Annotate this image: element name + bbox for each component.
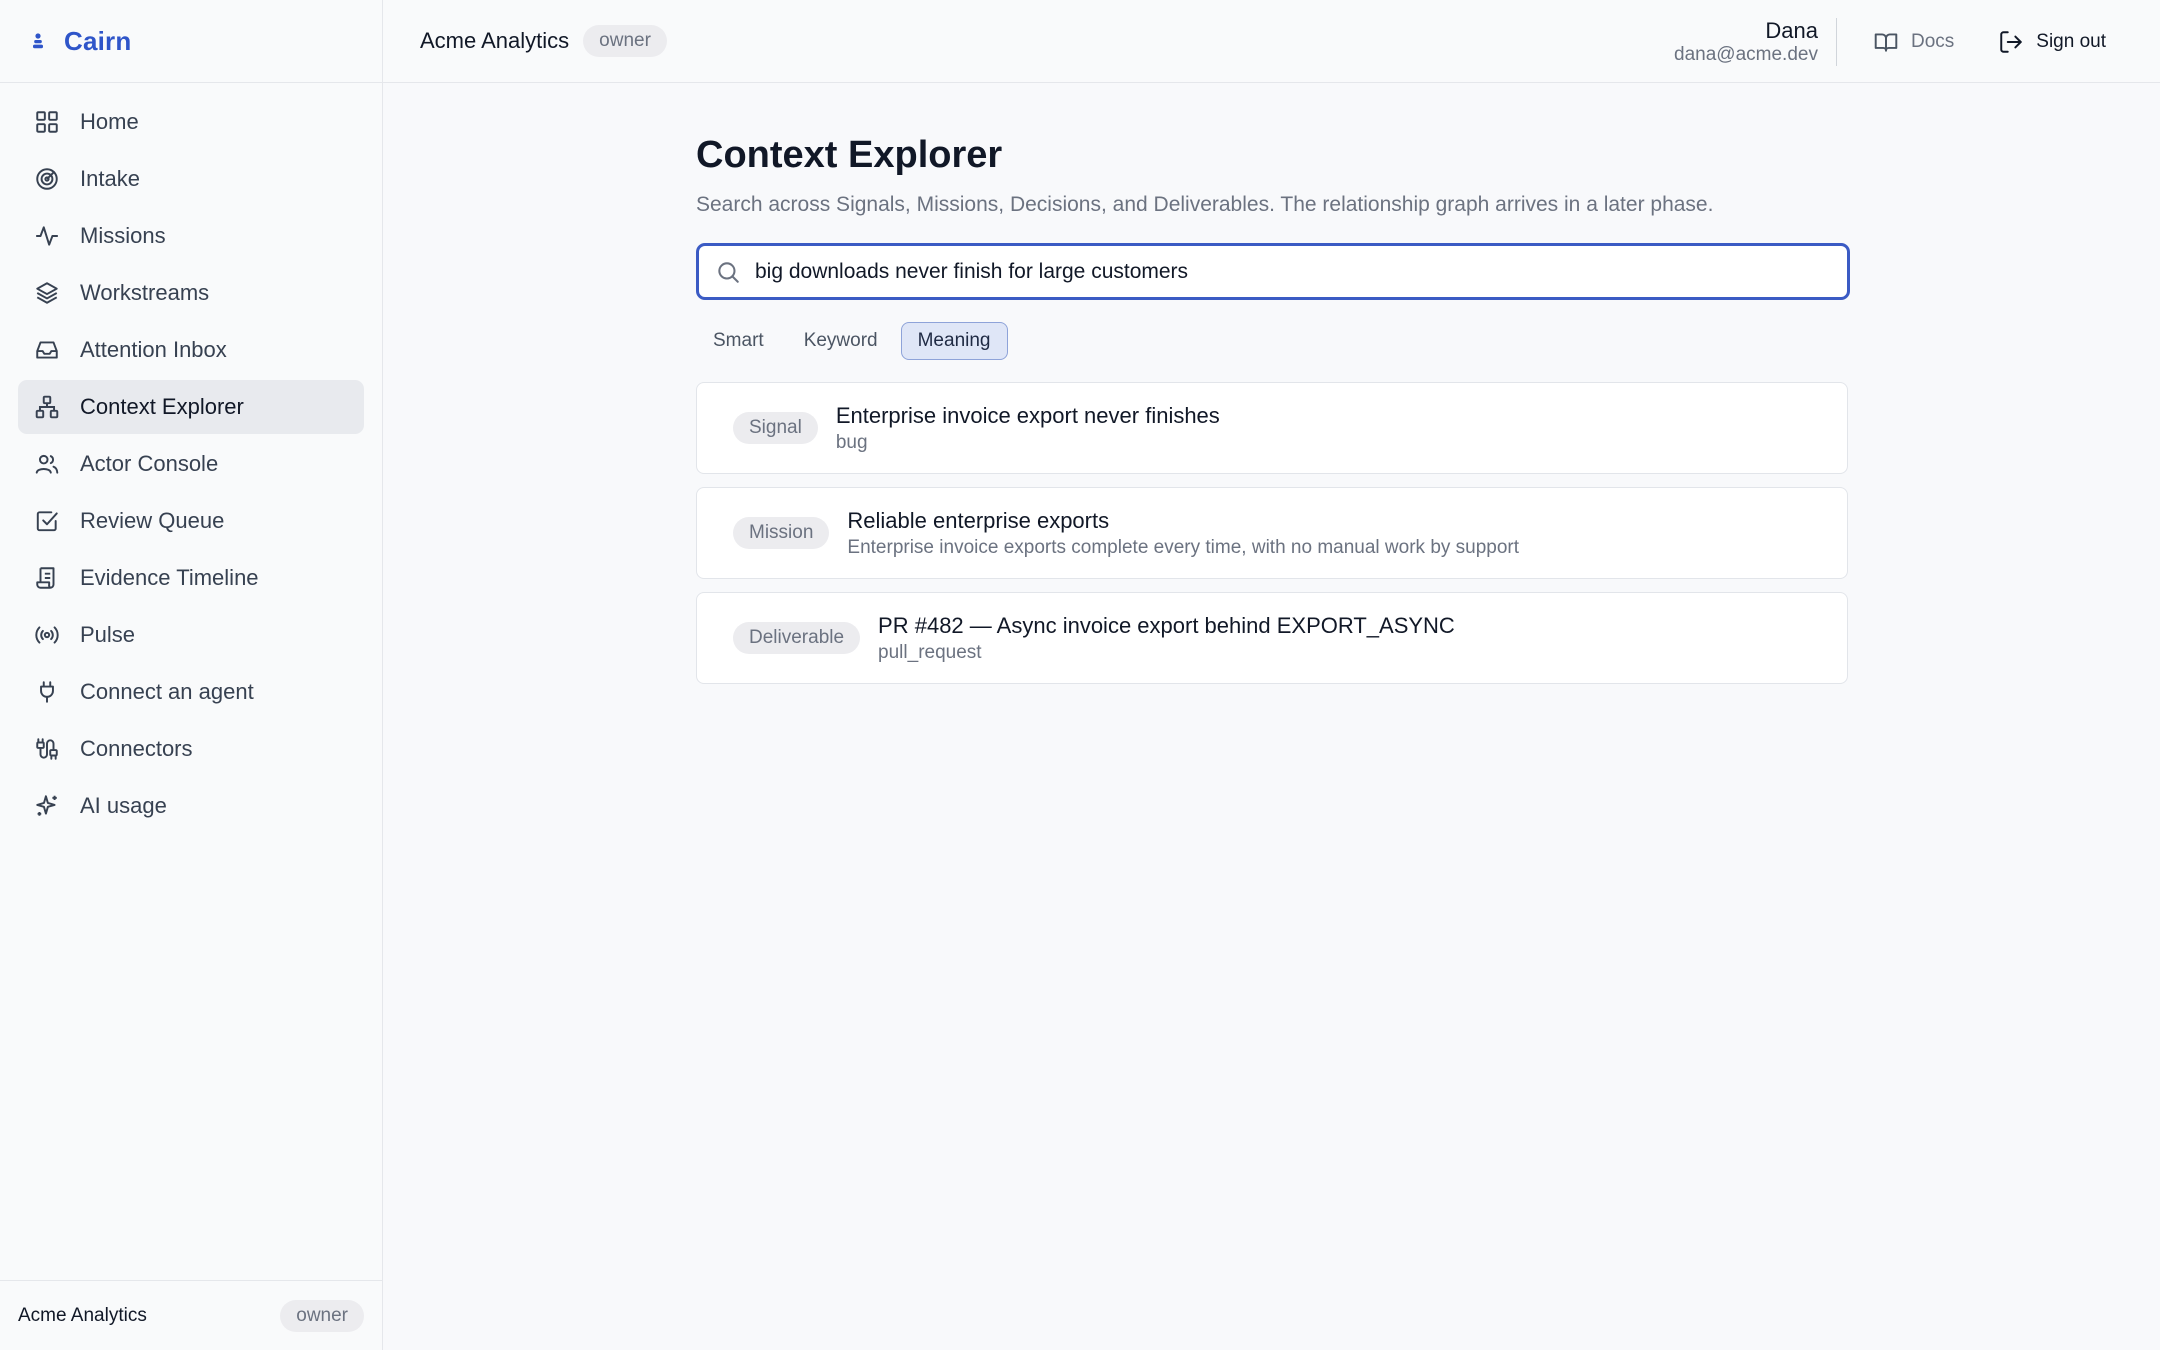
result-kind-badge: Deliverable: [733, 622, 861, 654]
sidebar-item-ai-usage[interactable]: AI usage: [18, 779, 364, 833]
sidebar-item-missions[interactable]: Missions: [18, 209, 364, 263]
result-title: Enterprise invoice export never finishes: [835, 402, 1220, 428]
sidebar-item-label: Intake: [80, 166, 140, 191]
sign-out-button[interactable]: Sign out: [1998, 29, 2106, 55]
mode-keyword[interactable]: Keyword: [787, 322, 895, 360]
sidebar-item-connectors[interactable]: Connectors: [18, 722, 364, 776]
results-list: Signal Enterprise invoice export never f…: [696, 382, 1850, 684]
search-mode-tabs: Smart Keyword Meaning: [696, 322, 1850, 360]
sidebar-item-pulse[interactable]: Pulse: [18, 608, 364, 662]
result-title: Reliable enterprise exports: [847, 507, 1110, 533]
result-meta: bug: [835, 431, 868, 453]
scroll-icon: [36, 567, 55, 589]
result-meta: Enterprise invoice exports complete ever…: [847, 536, 1520, 558]
mode-meaning[interactable]: Meaning: [900, 322, 1008, 360]
sidebar-item-label: Pulse: [80, 622, 136, 647]
inbox-icon: [36, 341, 58, 359]
result-kind-badge: Signal: [733, 412, 818, 444]
user-email: dana@acme.dev: [1674, 43, 1818, 65]
sparkles-icon: [36, 795, 57, 816]
cable-icon: [36, 738, 58, 760]
result-text: Reliable enterprise exports Enterprise i…: [847, 507, 1519, 560]
search-input[interactable]: [755, 259, 1805, 284]
brand[interactable]: Cairn: [0, 0, 382, 83]
result-item[interactable]: Mission Reliable enterprise exports Ente…: [696, 487, 1848, 579]
result-meta: pull_request: [878, 641, 982, 663]
sidebar-item-label: Attention Inbox: [80, 337, 227, 362]
sidebar-item-label: Evidence Timeline: [80, 565, 259, 590]
user-name: Dana: [1765, 17, 1818, 43]
topbar: Acme Analytics owner Dana dana@acme.dev …: [383, 0, 2160, 83]
home-grid-icon: [36, 111, 58, 133]
role-badge: owner: [583, 25, 667, 57]
plug-icon: [40, 681, 54, 703]
sidebar-item-review-queue[interactable]: Review Queue: [18, 494, 364, 548]
app-name: Cairn: [64, 25, 132, 56]
sidebar-item-label: AI usage: [80, 793, 167, 818]
sidebar-item-actor-console[interactable]: Actor Console: [18, 437, 364, 491]
radio-icon: [35, 626, 59, 644]
users-icon: [35, 454, 59, 474]
sidebar-item-label: Missions: [80, 223, 166, 248]
search-icon: [718, 261, 739, 283]
sidebar-item-label: Workstreams: [80, 280, 210, 305]
sidebar-item-evidence-timeline[interactable]: Evidence Timeline: [18, 551, 364, 605]
footer-role-badge: owner: [280, 1299, 364, 1332]
result-text: Enterprise invoice export never finishes…: [836, 402, 1220, 455]
sidebar-item-context-explorer[interactable]: Context Explorer: [18, 380, 364, 434]
sidebar-footer: Acme Analytics owner: [0, 1280, 382, 1350]
page-subtitle: Search across Signals, Missions, Decisio…: [696, 193, 1714, 216]
log-out-icon: [2000, 30, 2022, 53]
sidebar-item-workstreams[interactable]: Workstreams: [18, 266, 364, 320]
result-kind-badge: Mission: [733, 517, 830, 549]
org-name: Acme Analytics: [420, 28, 570, 53]
sidebar-item-attention-inbox[interactable]: Attention Inbox: [18, 323, 364, 377]
result-text: PR #482 — Async invoice export behind EX…: [878, 612, 1455, 665]
result-item[interactable]: Deliverable PR #482 — Async invoice expo…: [696, 592, 1848, 684]
sign-out-label: Sign out: [2036, 30, 2106, 52]
book-open-icon: [1874, 32, 1898, 52]
result-title: PR #482 — Async invoice export behind EX…: [878, 612, 1455, 638]
sidebar-item-label: Actor Console: [80, 451, 219, 476]
sidebar-item-label: Connect an agent: [80, 679, 254, 704]
docs-label: Docs: [1910, 30, 1955, 52]
sidebar-item-label: Context Explorer: [80, 394, 244, 419]
cairn-logo-icon: [33, 33, 43, 49]
result-item[interactable]: Signal Enterprise invoice export never f…: [696, 382, 1848, 474]
activity-icon: [36, 226, 58, 246]
sidebar-item-label: Review Queue: [80, 508, 225, 533]
main-content: Context Explorer Search across Signals, …: [696, 83, 1850, 697]
docs-link[interactable]: Docs: [1873, 29, 1954, 55]
sidebar: Cairn Home Intake Missions Workstreams A…: [0, 0, 383, 1350]
target-icon: [36, 168, 58, 190]
sidebar-item-label: Connectors: [80, 736, 193, 761]
sidebar-nav: Home Intake Missions Workstreams Attenti…: [0, 83, 382, 833]
sidebar-item-label: Home: [80, 109, 139, 134]
mode-smart[interactable]: Smart: [696, 322, 781, 360]
user-info: Dana dana@acme.dev: [1674, 17, 1837, 66]
page-title: Context Explorer: [696, 134, 1003, 176]
check-square-icon: [36, 511, 58, 532]
footer-org-name: Acme Analytics: [18, 1304, 147, 1326]
sidebar-item-intake[interactable]: Intake: [18, 152, 364, 206]
layers-icon: [36, 282, 58, 304]
sidebar-item-home[interactable]: Home: [18, 95, 364, 149]
sidebar-item-connect-an-agent[interactable]: Connect an agent: [18, 665, 364, 719]
topbar-right: Dana dana@acme.dev Docs Sign out: [1674, 0, 2160, 83]
network-icon: [35, 395, 59, 419]
search-box[interactable]: [696, 243, 1850, 300]
